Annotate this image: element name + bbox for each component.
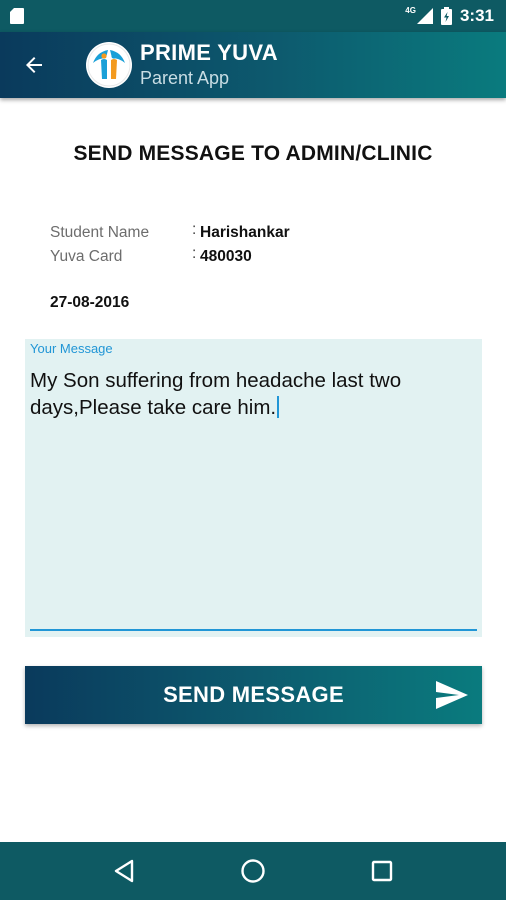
message-text: My Son suffering from headache last two … — [30, 369, 402, 419]
signal-icon — [416, 8, 433, 24]
status-bar: 4G 3:31 — [0, 0, 506, 32]
status-time: 3:31 — [459, 6, 494, 25]
student-info: Student Name : Harishankar Yuva Card : 4… — [50, 221, 290, 269]
student-name-label: Student Name — [50, 224, 150, 241]
message-text-value[interactable]: My Son suffering from headache last two … — [30, 367, 470, 421]
yuva-card-label: Yuva Card — [50, 248, 123, 265]
student-name-row: Student Name : Harishankar — [50, 221, 290, 245]
message-input[interactable]: Your Message My Son suffering from heada… — [25, 339, 482, 637]
colon-separator: : — [192, 245, 197, 262]
sd-card-icon — [10, 8, 24, 24]
student-name-value: Harishankar — [200, 224, 290, 241]
send-button-label: SEND MESSAGE — [163, 682, 344, 707]
back-button[interactable] — [8, 32, 60, 98]
home-circle-icon — [241, 859, 265, 883]
app-subtitle: Parent App — [140, 68, 230, 88]
prime-yuva-logo — [86, 42, 132, 88]
system-navigation-bar — [0, 842, 506, 900]
battery-icon — [440, 7, 452, 25]
recents-square-icon — [371, 860, 392, 882]
send-icon — [436, 681, 468, 709]
app-bar: PRIME YUVA Parent App — [0, 32, 506, 98]
message-underline — [30, 629, 477, 631]
nav-recents-button[interactable] — [357, 846, 407, 896]
text-cursor — [277, 396, 280, 418]
app-title: PRIME YUVA — [140, 40, 278, 65]
page-title: SEND MESSAGE TO ADMIN/CLINIC — [73, 142, 433, 165]
yuva-card-value: 480030 — [200, 248, 252, 265]
yuva-card-row: Yuva Card : 480030 — [50, 245, 290, 269]
back-arrow-icon — [26, 57, 42, 73]
message-date: 27-08-2016 — [50, 294, 130, 311]
message-field-label: Your Message — [30, 341, 113, 356]
back-triangle-icon — [115, 859, 134, 883]
nav-back-button[interactable] — [99, 846, 149, 896]
nav-home-button[interactable] — [228, 846, 278, 896]
colon-separator: : — [192, 221, 197, 238]
network-type-label: 4G — [405, 6, 416, 15]
send-message-button[interactable]: SEND MESSAGE — [25, 666, 482, 724]
